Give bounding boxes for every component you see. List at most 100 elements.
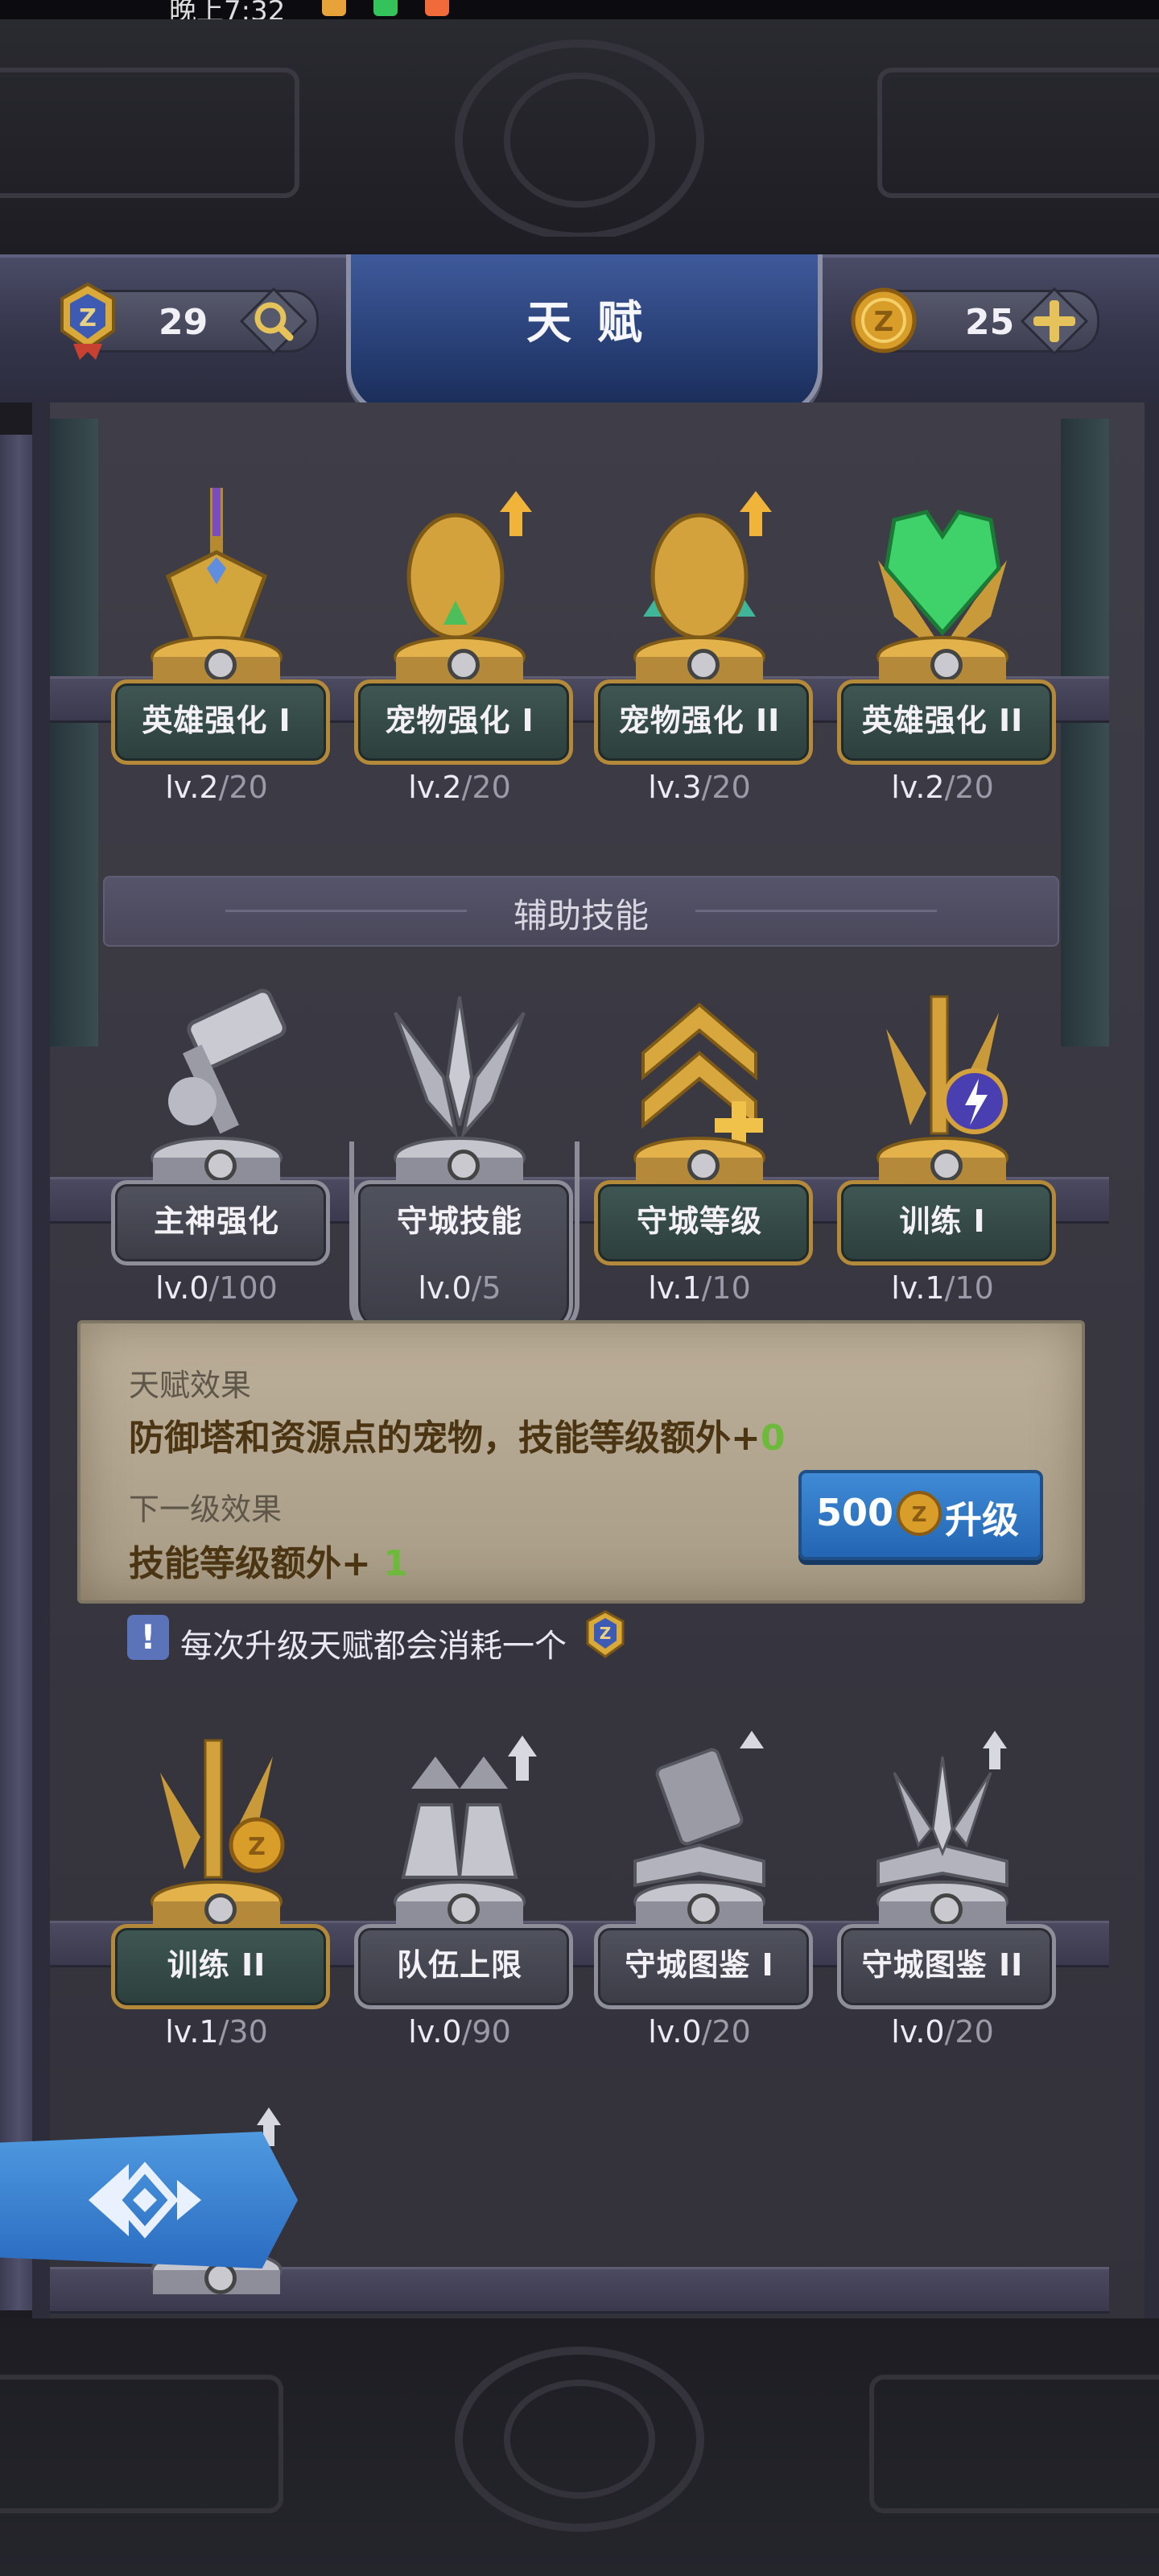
talent-team-limit[interactable]: 队伍上限 lv.0/90 — [354, 1724, 573, 2070]
node-dot — [687, 1893, 720, 1926]
node-level: lv.3/20 — [594, 770, 805, 805]
svg-text:Z: Z — [79, 304, 97, 332]
menu-ribbon-button[interactable] — [0, 2132, 298, 2268]
talent-badge-icon: Z — [586, 1610, 625, 1658]
coins-pill: Z 25 — [851, 287, 1099, 355]
notification-icon — [322, 0, 346, 16]
talent-pet-boost-1[interactable]: 宠物强化 I lv.2/20 — [354, 480, 573, 826]
level-current: lv.0 — [648, 2014, 702, 2050]
level-current: lv.2 — [165, 770, 219, 805]
svg-text:Z: Z — [248, 1833, 266, 1861]
node-dot — [687, 1150, 720, 1182]
level-max: /20 — [944, 770, 994, 805]
level-max: /20 — [701, 2014, 751, 2050]
level-max: /30 — [218, 2014, 268, 2050]
level-current: lv.2 — [891, 770, 945, 805]
svg-text:Z: Z — [912, 1503, 927, 1527]
level-current: lv.1 — [648, 1270, 702, 1306]
level-current: lv.0 — [408, 2014, 462, 2050]
node-dot — [448, 1893, 480, 1926]
talent-defense-level[interactable]: 守城等级 lv.1/10 — [594, 980, 813, 1327]
node-label: 宠物强化 I — [385, 703, 534, 738]
notice-text: 每次升级天赋都会消耗一个 — [180, 1628, 567, 1665]
next-level-value: 1 — [383, 1543, 408, 1584]
node-level: lv.1/10 — [837, 1270, 1048, 1306]
talent-defense-skill[interactable]: 守城技能 lv.0/5 — [349, 980, 580, 1336]
node-level: lv.0/20 — [837, 2014, 1048, 2050]
level-max: /10 — [701, 1270, 751, 1306]
node-label: 守城图鉴 II — [861, 1947, 1024, 1983]
level-current: lv.0 — [418, 1270, 472, 1306]
node-label: 英雄强化 I — [142, 703, 291, 738]
node-dot — [448, 649, 480, 681]
level-max: /20 — [461, 770, 511, 805]
effect-text: 防御塔和资源点的宠物，技能等级额外+0 — [129, 1409, 786, 1460]
upgrade-cost: 500 — [816, 1491, 894, 1534]
effect-caption: 天赋效果 — [129, 1368, 252, 1403]
section-header-support-skills: 辅助技能 — [103, 876, 1059, 947]
coin-icon: Z — [851, 287, 917, 353]
talent-training-1[interactable]: 训练 I lv.1/10 — [837, 980, 1056, 1327]
node-level: lv.0/90 — [354, 2014, 565, 2050]
right-curtain — [1061, 419, 1109, 1046]
bottom-ornament — [0, 2318, 1159, 2576]
node-label: 英雄强化 II — [861, 703, 1024, 738]
rune-menu-icon — [89, 2161, 201, 2239]
talent-hero-boost-1[interactable]: 英雄强化 I lv.2/20 — [111, 480, 330, 826]
node-level: lv.1/10 — [594, 1270, 805, 1306]
page-title: 天赋 — [526, 297, 668, 349]
app-icon — [425, 0, 449, 16]
upgrade-label: 升级 — [945, 1498, 1019, 1542]
coins-count: 25 — [965, 302, 1015, 343]
level-max: /20 — [944, 2014, 994, 2050]
node-label: 主神强化 — [153, 1203, 279, 1239]
section-title: 辅助技能 — [513, 896, 649, 935]
next-level-caption: 下一级效果 — [129, 1492, 283, 1527]
crest-icon — [455, 2347, 704, 2532]
node-label: 守城图鉴 I — [625, 1947, 774, 1983]
node-level: lv.2/20 — [111, 770, 322, 805]
node-level: lv.2/20 — [837, 770, 1048, 805]
title-plate: 天赋 — [346, 254, 823, 417]
level-current: lv.1 — [891, 1270, 945, 1306]
coin-icon: Z — [897, 1491, 942, 1536]
status-bar: 晚上7:32 — [0, 0, 1159, 27]
search-icon[interactable] — [240, 287, 307, 355]
effect-value: 0 — [760, 1418, 786, 1459]
level-max: /100 — [208, 1270, 278, 1306]
node-level: lv.1/30 — [111, 2014, 322, 2050]
talent-defense-codex-2[interactable]: 守城图鉴 II lv.0/20 — [837, 1724, 1056, 2070]
level-current: lv.2 — [408, 770, 462, 805]
level-current: lv.0 — [155, 1270, 209, 1306]
level-current: lv.3 — [648, 770, 702, 805]
talent-god-boost[interactable]: 主神强化 lv.0/100 — [111, 980, 330, 1327]
talent-defense-codex-1[interactable]: 守城图鉴 I lv.0/20 — [594, 1724, 813, 2070]
node-level: lv.0/20 — [594, 2014, 805, 2050]
node-label: 守城技能 — [396, 1203, 522, 1239]
node-label: 训练 II — [167, 1947, 266, 1983]
talent-detail-panel: 天赋效果 防御塔和资源点的宠物，技能等级额外+0 下一级效果 技能等级额外+ 1… — [77, 1320, 1085, 1604]
level-max: /20 — [701, 770, 751, 805]
talent-pet-boost-2[interactable]: 宠物强化 II lv.3/20 — [594, 480, 813, 826]
upgrade-button[interactable]: 500 Z 升级 — [798, 1470, 1043, 1560]
next-level-description: 技能等级额外+ — [129, 1543, 384, 1584]
node-dot — [204, 1150, 237, 1182]
node-label: 队伍上限 — [396, 1947, 522, 1983]
node-dot — [204, 649, 237, 681]
crest-icon — [455, 39, 704, 237]
node-label: 宠物强化 II — [618, 703, 781, 738]
talent-badge-icon: Z — [60, 282, 115, 360]
talent-points-pill: Z 29 — [60, 282, 319, 360]
level-current: lv.0 — [891, 2014, 945, 2050]
talent-hero-boost-2[interactable]: 英雄强化 II lv.2/20 — [837, 480, 1056, 826]
plus-icon[interactable] — [1021, 287, 1088, 355]
talent-training-2[interactable]: Z 训练 II lv.1/30 — [111, 1724, 330, 2070]
level-max: /10 — [944, 1270, 994, 1306]
node-dot — [204, 1893, 237, 1926]
node-level: lv.0/5 — [354, 1270, 565, 1306]
node-dot — [930, 1893, 963, 1926]
node-level: lv.0/100 — [111, 1270, 322, 1306]
svg-text:Z: Z — [874, 306, 894, 338]
node-label: 训练 I — [899, 1203, 986, 1239]
node-dot — [930, 1150, 963, 1182]
